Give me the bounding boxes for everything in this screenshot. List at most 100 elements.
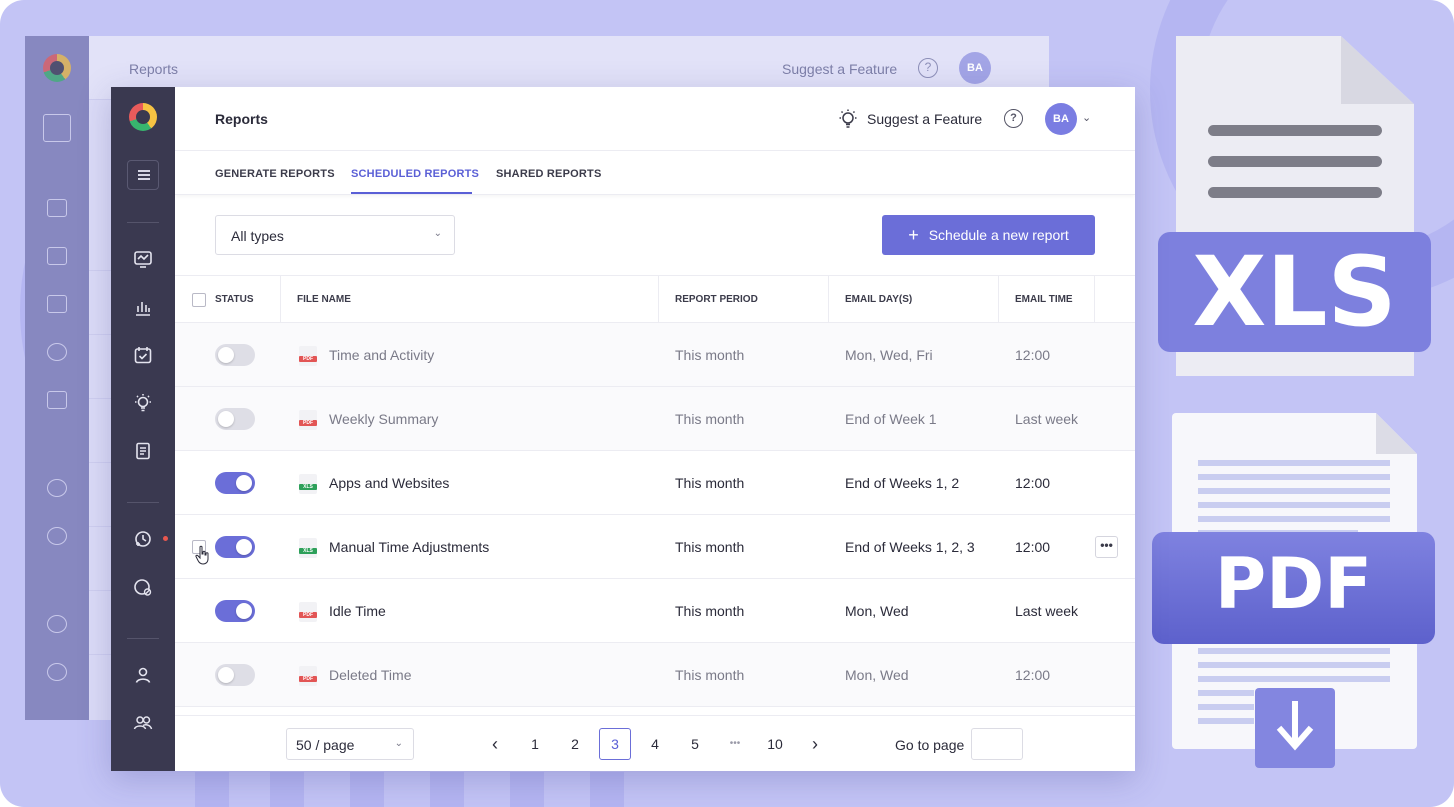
per-page-value: 50 / page — [296, 737, 355, 753]
page-button[interactable]: 2 — [559, 728, 591, 760]
background-page-title: Reports — [129, 61, 179, 77]
table-row[interactable]: XLS Apps and Websites This month End of Wee… — [175, 451, 1135, 515]
status-toggle[interactable] — [215, 664, 255, 686]
notification-dot — [163, 536, 168, 541]
pdf-file-icon: PDF — [299, 346, 317, 366]
pagination: 50 / page ⌄ ‹ 1 2 3 4 5 ••• 10 › Go to page — [175, 715, 1135, 771]
decor-bar — [430, 772, 464, 807]
background-sidebar — [25, 36, 89, 720]
email-days: Mon, Wed — [845, 667, 909, 683]
decor-bar — [270, 772, 304, 807]
email-days: Mon, Wed, Fri — [845, 347, 933, 363]
status-toggle[interactable] — [215, 600, 255, 622]
page-button[interactable]: 10 — [759, 728, 791, 760]
user-icon[interactable] — [133, 665, 153, 685]
user-icon — [47, 615, 67, 633]
add-time-icon[interactable] — [133, 529, 153, 549]
email-time: Last week — [1015, 411, 1079, 427]
page-button[interactable]: 1 — [519, 728, 551, 760]
avatar[interactable]: BA — [1045, 103, 1077, 135]
chevron-down-icon[interactable]: ⌄ — [1082, 111, 1091, 124]
table-row[interactable]: PDF Deleted Time This month Mon, Wed 12:00 — [175, 643, 1135, 707]
file-name[interactable]: Idle Time — [329, 579, 386, 643]
column-email-time: EMAIL TIME — [998, 276, 1094, 324]
email-days: End of Weeks 1, 2 — [845, 475, 960, 491]
sidebar-divider — [127, 502, 159, 503]
page-ellipsis[interactable]: ••• — [719, 728, 751, 760]
clock-off-icon — [47, 527, 67, 545]
document-icon[interactable] — [133, 441, 153, 461]
logo-icon — [43, 54, 71, 82]
users-icon[interactable] — [133, 713, 153, 733]
calendar-icon[interactable] — [133, 345, 153, 365]
chart-icon[interactable] — [133, 297, 153, 317]
pdf-badge: PDF — [1152, 532, 1435, 644]
top-header: Reports Suggest a Feature ? BA ⌄ — [175, 87, 1135, 151]
logo-icon[interactable] — [129, 103, 157, 131]
schedule-new-report-button[interactable]: + Schedule a new report — [882, 215, 1095, 255]
table-row[interactable]: XLS Manual Time Adjustments This month End … — [175, 515, 1135, 579]
email-time: 12:00 — [1015, 667, 1051, 683]
page-title: Reports — [215, 111, 268, 127]
file-name[interactable]: Deleted Time — [329, 643, 411, 707]
status-toggle[interactable] — [215, 408, 255, 430]
report-period: This month — [675, 603, 745, 619]
decor-bar — [510, 772, 544, 807]
report-period: This month — [675, 411, 745, 427]
table-row[interactable]: PDF Idle Time This month Mon, Wed Last week — [175, 579, 1135, 643]
status-toggle[interactable] — [215, 536, 255, 558]
file-name[interactable]: Weekly Summary — [329, 387, 438, 451]
calendar-icon — [47, 295, 67, 313]
tab-scheduled-reports[interactable]: SCHEDULED REPORTS — [351, 168, 479, 180]
report-period: This month — [675, 667, 745, 683]
page-button[interactable]: 4 — [639, 728, 671, 760]
report-period: This month — [675, 539, 745, 555]
suggest-feature-button[interactable]: Suggest a Feature — [837, 107, 982, 131]
column-status: STATUS — [215, 294, 254, 305]
report-type-value: All types — [231, 228, 284, 244]
help-icon[interactable]: ? — [1004, 109, 1023, 128]
report-period: This month — [675, 347, 745, 363]
page-button[interactable]: 5 — [679, 728, 711, 760]
tab-shared-reports[interactable]: SHARED REPORTS — [496, 168, 601, 180]
email-time: 12:00 — [1015, 539, 1051, 555]
file-name[interactable]: Manual Time Adjustments — [329, 515, 489, 579]
decor-bar — [350, 772, 384, 807]
per-page-select[interactable]: 50 / page ⌄ — [286, 728, 414, 760]
next-page-button[interactable]: › — [799, 728, 831, 760]
sidebar — [111, 87, 175, 771]
xls-badge: XLS — [1158, 232, 1431, 352]
plus-icon: + — [908, 225, 919, 245]
page-button[interactable]: 3 — [599, 728, 631, 760]
goto-page-label: Go to page — [895, 737, 965, 753]
clock-off-icon[interactable] — [133, 577, 153, 597]
text-line — [1208, 187, 1382, 198]
chevron-down-icon: ⌄ — [394, 738, 403, 749]
file-name[interactable]: Apps and Websites — [329, 451, 449, 515]
pdf-file-icon: PDF — [299, 666, 317, 686]
menu-icon[interactable] — [127, 160, 159, 190]
pdf-file-icon: PDF — [299, 602, 317, 622]
bulb-icon[interactable] — [133, 393, 153, 413]
table-row[interactable]: PDF Weekly Summary This month End of Week 1… — [175, 387, 1135, 451]
prev-page-button[interactable]: ‹ — [479, 728, 511, 760]
status-toggle[interactable] — [215, 344, 255, 366]
background-avatar: BA — [959, 52, 991, 84]
email-days: Mon, Wed — [845, 603, 909, 619]
suggest-feature-label: Suggest a Feature — [867, 111, 983, 127]
xls-file-icon: XLS — [299, 538, 317, 558]
table-row[interactable]: PDF Time and Activity This month Mon, Wed, … — [175, 323, 1135, 387]
email-days: End of Week 1 — [845, 411, 937, 427]
email-time: 12:00 — [1015, 347, 1051, 363]
promo-background: Reports Suggest a Feature ? BA XLS PDF R… — [0, 0, 1454, 807]
dashboard-icon[interactable] — [133, 249, 153, 269]
column-email-days: EMAIL DAY(S) — [828, 276, 998, 324]
table-header: STATUS FILE NAME REPORT PERIOD EMAIL DAY… — [175, 275, 1135, 324]
more-actions-button[interactable]: ••• — [1095, 536, 1118, 558]
status-toggle[interactable] — [215, 472, 255, 494]
goto-page-input[interactable] — [971, 728, 1023, 760]
tab-generate-reports[interactable]: GENERATE REPORTS — [215, 168, 335, 180]
sidebar-divider — [127, 222, 159, 223]
report-type-select[interactable]: All types ⌄ — [215, 215, 455, 255]
file-name[interactable]: Time and Activity — [329, 323, 434, 387]
